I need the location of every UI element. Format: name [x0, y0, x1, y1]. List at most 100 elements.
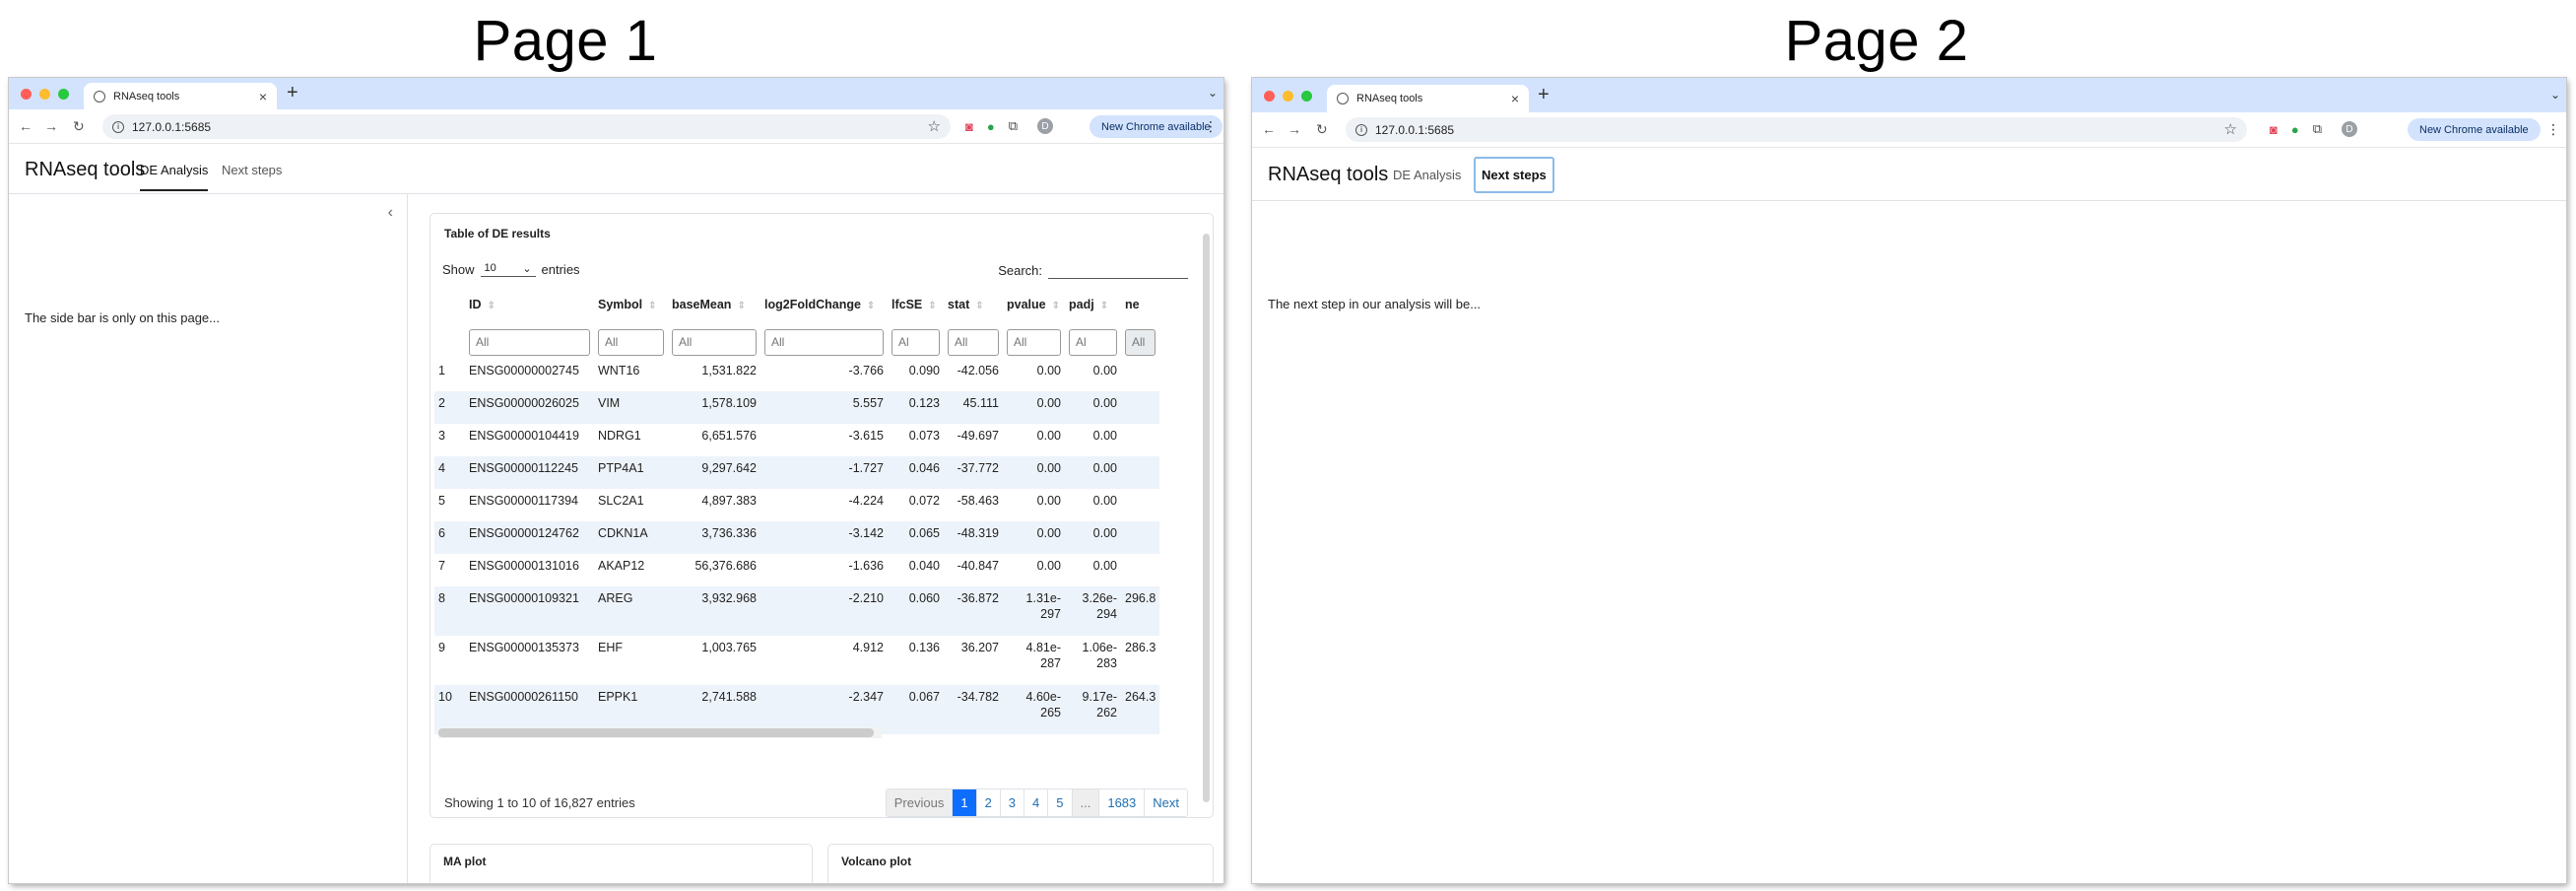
sort-icon[interactable]: ⇕	[1052, 301, 1060, 311]
table-row[interactable]: 7 ENSG00000131016 AKAP12 56,376.686 -1.636 0.…	[434, 554, 1159, 586]
new-tab-button[interactable]: +	[1538, 84, 1550, 106]
search-input[interactable]	[1048, 261, 1188, 279]
browser-tab[interactable]: RNAseq tools ×	[1327, 85, 1529, 112]
extension-green-icon[interactable]: ●	[987, 119, 995, 134]
chrome-update-button[interactable]: New Chrome available	[1090, 115, 1222, 138]
collapse-sidebar-chevron-icon[interactable]: ‹	[388, 204, 393, 222]
extensions-puzzle-icon[interactable]: ⧉	[2313, 121, 2322, 137]
column-filter-input[interactable]	[1069, 328, 1117, 356]
browser-tab[interactable]: RNAseq tools ×	[84, 83, 277, 109]
tab-next-steps[interactable]: Next steps	[222, 163, 282, 177]
close-tab-icon[interactable]: ×	[259, 89, 267, 104]
tab-next-steps[interactable]: Next steps	[1474, 157, 1554, 193]
page-button-3[interactable]: 3	[1000, 789, 1025, 816]
column-filter-input[interactable]	[598, 328, 664, 356]
page-button-2[interactable]: 2	[976, 789, 1001, 816]
site-info-icon[interactable]: i	[1355, 123, 1367, 136]
extension-green-icon[interactable]: ●	[2291, 122, 2299, 137]
address-bar[interactable]: i 127.0.0.1:5685 ☆	[102, 114, 951, 139]
table-row[interactable]: 9 ENSG00000135373 EHF 1,003.765 4.912 0.136 36…	[434, 636, 1159, 685]
tab-search-icon[interactable]: ⌄	[1208, 86, 1218, 100]
tab-search-icon[interactable]: ⌄	[2550, 88, 2560, 102]
sort-icon[interactable]: ⇕	[975, 301, 983, 311]
filter-cell	[1003, 325, 1065, 359]
column-header[interactable]: stat ⇕	[944, 283, 1003, 325]
column-header[interactable]: lfcSE ⇕	[888, 283, 944, 325]
previous-page-button[interactable]: Previous	[886, 789, 954, 816]
sort-icon[interactable]: ⇕	[867, 301, 875, 311]
column-filter-input[interactable]	[892, 328, 940, 356]
app-brand: RNAseq tools	[25, 159, 146, 180]
minimize-window-button[interactable]	[39, 89, 50, 100]
profile-avatar[interactable]: D	[1037, 118, 1054, 134]
minimize-window-button[interactable]	[1283, 91, 1293, 102]
page-button-1[interactable]: 1	[953, 789, 977, 816]
table-cell: 0.00	[1092, 494, 1117, 508]
chrome-update-button[interactable]: New Chrome available	[2408, 118, 2541, 141]
column-filter-input[interactable]	[1007, 328, 1061, 356]
zoom-window-button[interactable]	[1301, 91, 1312, 102]
table-row[interactable]: 5 ENSG00000117394 SLC2A1 4,897.383 -4.224 0.0…	[434, 489, 1159, 521]
column-header[interactable]: ID ⇕	[465, 283, 594, 325]
table-row[interactable]: 8 ENSG00000109321 AREG 3,932.968 -2.210 0.060…	[434, 586, 1160, 636]
forward-icon[interactable]: →	[44, 118, 58, 134]
table-row[interactable]: 1 ENSG00000002745 WNT16 1,531.822 -3.766 0.09…	[434, 359, 1159, 391]
column-header[interactable]: pvalue ⇕	[1003, 283, 1065, 325]
pocket-icon[interactable]: ◙	[2270, 122, 2278, 137]
table-row[interactable]: 6 ENSG00000124762 CDKN1A 3,736.336 -3.142 0.0…	[434, 521, 1160, 554]
sort-icon[interactable]: ⇕	[928, 301, 936, 311]
column-filter-input[interactable]	[672, 328, 757, 356]
zoom-window-button[interactable]	[58, 89, 69, 100]
reload-icon[interactable]: ↻	[1316, 121, 1328, 138]
vertical-scrollbar[interactable]	[1203, 234, 1210, 802]
pocket-icon[interactable]: ◙	[965, 119, 973, 134]
entries-length-control: Show 10 ⌄ entries	[442, 261, 580, 277]
column-filter-input[interactable]	[1125, 328, 1156, 356]
table-row[interactable]: 4 ENSG00000112245 PTP4A1 9,297.642 -1.727 0.0…	[434, 456, 1160, 489]
table-row[interactable]: 2 ENSG00000026025 VIM 1,578.109 5.557 0.123 45…	[434, 391, 1160, 424]
chrome-menu-icon[interactable]: ⋮	[2546, 121, 2560, 138]
column-filter-input[interactable]	[764, 328, 884, 356]
bookmark-star-icon[interactable]: ☆	[928, 117, 941, 135]
close-window-button[interactable]	[1264, 91, 1275, 102]
bookmark-star-icon[interactable]: ☆	[2224, 120, 2237, 138]
table-cell: 0.00	[1036, 559, 1061, 573]
entries-value: 10	[484, 262, 496, 274]
close-window-button[interactable]	[21, 89, 32, 100]
table-cell: 4	[434, 456, 465, 489]
page-button-5[interactable]: 5	[1048, 789, 1073, 816]
window-controls	[21, 89, 69, 100]
tab-de-analysis[interactable]: DE Analysis	[1393, 168, 1461, 182]
forward-icon[interactable]: →	[1288, 121, 1301, 137]
sort-icon[interactable]: ⇕	[488, 301, 495, 311]
site-info-icon[interactable]: i	[112, 120, 124, 133]
profile-avatar[interactable]: D	[2342, 121, 2358, 137]
column-header[interactable]: ne	[1121, 283, 1159, 325]
sort-icon[interactable]: ⇕	[648, 301, 656, 311]
column-header[interactable]: log2FoldChange ⇕	[760, 283, 888, 325]
new-tab-button[interactable]: +	[287, 82, 298, 104]
address-bar[interactable]: i 127.0.0.1:5685 ☆	[1346, 117, 2247, 142]
column-header[interactable]: baseMean ⇕	[668, 283, 760, 325]
column-header[interactable]: Symbol ⇕	[594, 283, 668, 325]
back-icon[interactable]: ←	[19, 118, 33, 134]
close-tab-icon[interactable]: ×	[1511, 91, 1519, 106]
page-button-1683[interactable]: 1683	[1099, 789, 1146, 816]
horizontal-scrollbar[interactable]	[438, 728, 874, 737]
chrome-menu-icon[interactable]: ⋮	[1204, 118, 1218, 135]
back-icon[interactable]: ←	[1262, 121, 1276, 137]
page-button-4[interactable]: 4	[1024, 789, 1049, 816]
sort-icon[interactable]: ⇕	[737, 301, 745, 311]
table-cell: 0.046	[888, 456, 944, 489]
extensions-puzzle-icon[interactable]: ⧉	[1009, 118, 1018, 134]
column-header[interactable]: padj ⇕	[1065, 283, 1121, 325]
entries-select[interactable]: 10 ⌄	[480, 261, 536, 277]
column-filter-input[interactable]	[469, 328, 590, 356]
table-row[interactable]: 3 ENSG00000104419 NDRG1 6,651.576 -3.615 0.07…	[434, 424, 1159, 456]
column-filter-input[interactable]	[948, 328, 999, 356]
sort-icon[interactable]: ⇕	[1100, 301, 1108, 311]
reload-icon[interactable]: ↻	[73, 118, 85, 135]
table-cell: -4.224	[848, 494, 884, 508]
tab-de-analysis[interactable]: DE Analysis	[140, 163, 209, 191]
next-page-button[interactable]: Next	[1145, 789, 1187, 816]
